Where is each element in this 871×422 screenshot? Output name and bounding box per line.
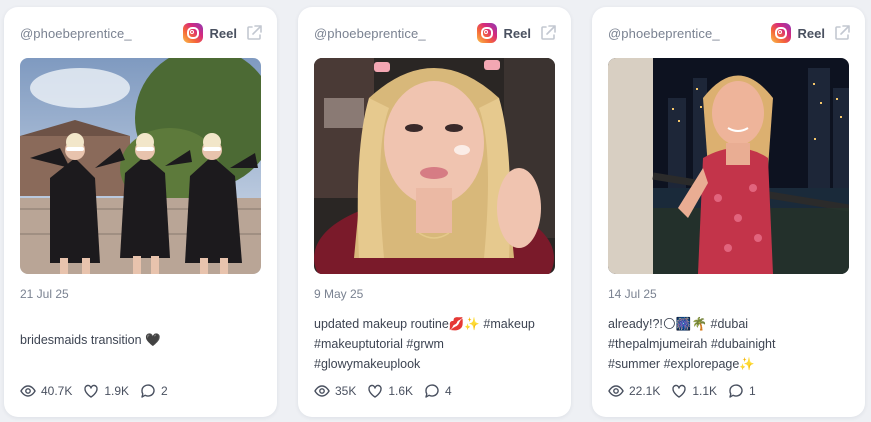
card-header: @phoebeprentice_ Reel [314,23,557,43]
eye-icon [608,385,624,397]
reel-card[interactable]: @phoebeprentice_ Reel [592,7,865,417]
reel-card[interactable]: @phoebeprentice_ Reel [4,7,277,417]
caption-line: updated makeup routine💋✨ #makeup [314,317,535,331]
card-header: @phoebeprentice_ Reel [20,23,263,43]
account-handle[interactable]: @phoebeprentice_ [20,26,183,41]
views-stat: 35K [314,383,356,399]
views-stat: 22.1K [608,383,660,399]
post-stats: 40.7K 1.9K 2 [20,382,179,400]
comments-stat: 4 [424,383,452,399]
views-count: 22.1K [629,384,661,398]
reel-thumbnail[interactable] [20,58,261,274]
post-date: 9 May 25 [314,287,364,301]
instagram-icon [770,23,791,43]
external-link-icon[interactable] [245,24,263,42]
instagram-icon [476,23,497,43]
eye-icon [314,385,330,397]
post-date: 14 Jul 25 [608,287,657,301]
likes-count: 1.6K [388,384,414,398]
caption-line: #makeuptutorial #grwm [314,337,444,351]
views-stat: 40.7K [20,383,72,399]
views-count: 35K [335,384,357,398]
external-link-icon[interactable] [539,24,557,42]
caption-line: #glowymakeuplook [314,357,421,371]
caption-line: bridesmaids transition 🖤 [20,333,161,347]
caption-line: #summer #explorepage✨ [608,357,755,371]
post-caption: already!?!🌕🎆🌴 #dubai #thepalmjumeirah #d… [608,314,853,374]
likes-count: 1.9K [104,384,130,398]
post-caption: bridesmaids transition 🖤 [20,280,265,350]
comments-count: 2 [161,384,168,398]
comments-count: 1 [749,384,756,398]
post-type-label: Reel [503,25,531,41]
heart-icon [368,384,383,398]
post-stats: 35K 1.6K 4 [314,382,463,400]
heart-icon [84,384,99,398]
post-stats: 22.1K 1.1K 1 [608,382,767,400]
comment-icon [425,384,439,398]
instagram-icon [182,23,203,43]
reel-card[interactable]: @phoebeprentice_ Reel [298,7,571,417]
account-handle[interactable]: @phoebeprentice_ [608,26,771,41]
comments-stat: 2 [140,383,168,399]
heart-icon [672,384,687,398]
post-caption: updated makeup routine💋✨ #makeup #makeup… [314,314,559,374]
post-type-label: Reel [797,25,825,41]
reel-card-grid: @phoebeprentice_ Reel 21 Jul 25 bridesma… [0,0,871,422]
comments-stat: 1 [728,383,756,399]
comment-icon [141,384,155,398]
account-handle[interactable]: @phoebeprentice_ [314,26,477,41]
comments-count: 4 [445,384,452,398]
views-count: 40.7K [41,384,73,398]
post-type-label: Reel [209,25,237,41]
comment-icon [729,384,743,398]
eye-icon [20,385,36,397]
likes-stat: 1.1K [671,383,717,399]
likes-stat: 1.9K [83,383,129,399]
caption-line: #thepalmjumeirah #dubainight [608,337,776,351]
reel-thumbnail[interactable] [314,58,555,274]
likes-stat: 1.6K [367,383,413,399]
caption-line: already!?!🌕🎆🌴 #dubai [608,317,749,331]
card-header: @phoebeprentice_ Reel [608,23,851,43]
external-link-icon[interactable] [833,24,851,42]
likes-count: 1.1K [692,384,718,398]
reel-thumbnail[interactable] [608,58,849,274]
